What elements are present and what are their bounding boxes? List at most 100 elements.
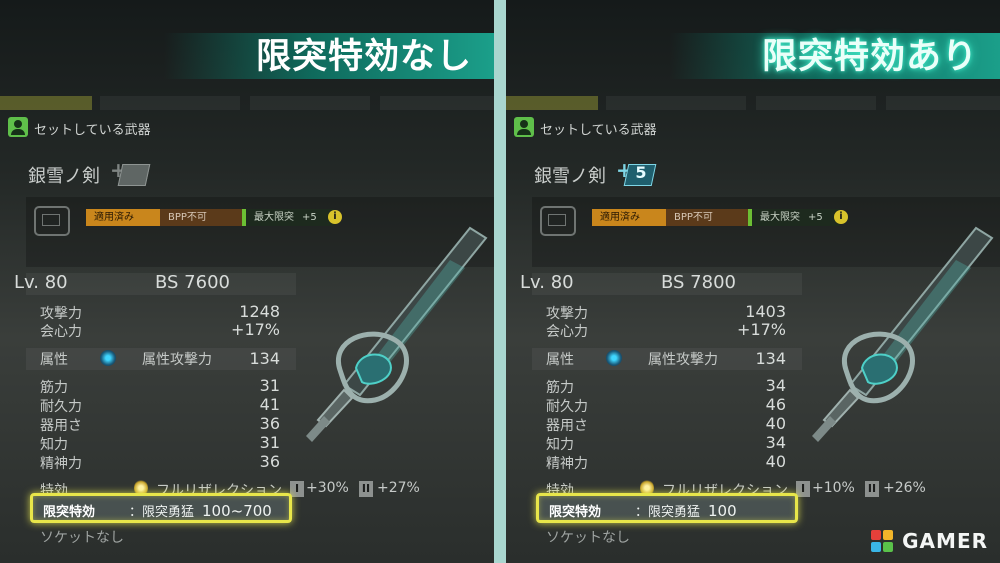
spirit-label: 精神力	[546, 456, 588, 472]
tier-two-icon: II	[865, 481, 879, 497]
socket-status: ソケットなし	[40, 530, 124, 546]
battle-score: BS 7600	[155, 272, 230, 293]
dexterity-label: 器用さ	[546, 418, 588, 434]
strength-label: 筋力	[546, 380, 574, 396]
limit-break-effect-value: ：限突勇猛 100~700	[129, 501, 272, 520]
tab-strip	[0, 96, 494, 110]
spirit-value: 36	[259, 452, 280, 471]
weapon-frame-icon	[34, 206, 70, 236]
crit-value: +17%	[737, 320, 786, 339]
attack-value: 1248	[239, 302, 280, 321]
tab[interactable]	[250, 96, 370, 110]
max-limit-label: 最大限突	[760, 212, 800, 223]
applied-tag: 適用済み	[86, 209, 158, 226]
dexterity-value: 36	[259, 414, 280, 433]
tier-two-value: +26%	[883, 480, 926, 496]
section-header-label: セットしている武器	[34, 123, 151, 138]
gamer-logo-text: GAMER	[902, 529, 988, 553]
spirit-value: 40	[765, 452, 786, 471]
limit-break-effect-value: ：限突勇猛 100	[635, 501, 737, 520]
attack-label: 攻撃力	[546, 306, 588, 322]
gamer-logo-icon	[871, 530, 894, 552]
tab[interactable]	[100, 96, 240, 110]
person-icon	[514, 117, 534, 137]
weapon-name: 銀雪ノ剣	[534, 166, 606, 187]
tab[interactable]	[886, 96, 1000, 110]
tier-one-value: +10%	[812, 480, 855, 496]
crit-value: +17%	[231, 320, 280, 339]
limit-break-effect-label: 限突特効	[549, 505, 602, 520]
dexterity-value: 40	[765, 414, 786, 433]
limit-break-effect-number: 100	[708, 502, 737, 520]
weapon-frame-icon	[540, 206, 576, 236]
tier-one-icon: I	[796, 481, 810, 497]
weapon-name: 銀雪ノ剣	[28, 166, 100, 187]
tier-one-value: +30%	[306, 480, 349, 496]
dexterity-label: 器用さ	[40, 418, 82, 434]
spirit-label: 精神力	[40, 456, 82, 472]
tier-two-icon: II	[359, 481, 373, 497]
comparison-panel-without: 限突特効なし セットしている武器 銀雪ノ剣 + 適用済み BPP不可 最大限突 +…	[0, 0, 494, 563]
section-header-label: セットしている武器	[540, 123, 657, 138]
applied-tag: 適用済み	[592, 209, 664, 226]
durability-label: 耐久力	[40, 399, 82, 415]
strength-value: 34	[765, 376, 786, 395]
durability-value: 41	[259, 395, 280, 414]
section-header: セットしている武器	[514, 114, 1000, 140]
attack-label: 攻撃力	[40, 306, 82, 322]
attribute-attack-label: 属性攻撃力	[142, 352, 212, 368]
socket-status: ソケットなし	[546, 530, 630, 546]
limit-break-level: 5	[635, 163, 647, 182]
limit-break-effect-number: 100~700	[202, 502, 272, 520]
tab-strip	[506, 96, 1000, 110]
section-header: セットしている武器	[8, 114, 494, 140]
intelligence-value: 31	[259, 433, 280, 452]
bpp-tag: BPP不可	[156, 209, 250, 226]
strength-label: 筋力	[40, 380, 68, 396]
strength-value: 31	[259, 376, 280, 395]
gamer-watermark: GAMER	[871, 529, 988, 553]
sword-illustration	[306, 226, 488, 442]
limit-break-effect-highlight: 限突特効 ：限突勇猛 100~700	[30, 493, 292, 523]
attribute-attack-label: 属性攻撃力	[648, 352, 718, 368]
tab-active[interactable]	[0, 96, 92, 110]
limit-break-box	[117, 164, 151, 186]
person-icon	[8, 117, 28, 137]
weapon-level: Lv. 80	[14, 272, 68, 293]
weapon-level: Lv. 80	[520, 272, 574, 293]
comparison-panel-with: 限突特効あり セットしている武器 銀雪ノ剣 + 5 適用済み BPP不可 最大限…	[506, 0, 1000, 563]
tab[interactable]	[606, 96, 746, 110]
attribute-label: 属性	[40, 352, 68, 368]
limit-break-effect-label: 限突特効	[43, 505, 96, 520]
tier-one-icon: I	[290, 481, 304, 497]
max-limit-label: 最大限突	[254, 212, 294, 223]
attribute-attack-value: 134	[249, 349, 280, 368]
intelligence-value: 34	[765, 433, 786, 452]
bpp-tag: BPP不可	[662, 209, 756, 226]
element-icon	[606, 350, 622, 366]
element-icon	[100, 350, 116, 366]
attribute-label: 属性	[546, 352, 574, 368]
attribute-attack-value: 134	[755, 349, 786, 368]
intelligence-label: 知力	[546, 437, 574, 453]
attack-value: 1403	[745, 302, 786, 321]
limit-break-badge: + 5	[616, 158, 657, 186]
tab-active[interactable]	[506, 96, 598, 110]
banner-title: 限突特効あり	[761, 37, 978, 77]
panel-divider	[494, 0, 506, 563]
limit-break-effect-highlight: 限突特効 ：限突勇猛 100	[536, 493, 798, 523]
limit-break-badge: +	[110, 158, 151, 186]
durability-value: 46	[765, 395, 786, 414]
crit-label: 会心力	[546, 324, 588, 340]
sword-illustration	[812, 226, 994, 442]
limit-break-effect-name: ：限突勇猛	[635, 505, 701, 520]
durability-label: 耐久力	[546, 399, 588, 415]
tab[interactable]	[380, 96, 494, 110]
tier-two-value: +27%	[377, 480, 420, 496]
limit-break-effect-name: ：限突勇猛	[129, 505, 195, 520]
tab[interactable]	[756, 96, 876, 110]
battle-score: BS 7800	[661, 272, 736, 293]
crit-label: 会心力	[40, 324, 82, 340]
banner-title: 限突特効なし	[255, 37, 472, 77]
intelligence-label: 知力	[40, 437, 68, 453]
